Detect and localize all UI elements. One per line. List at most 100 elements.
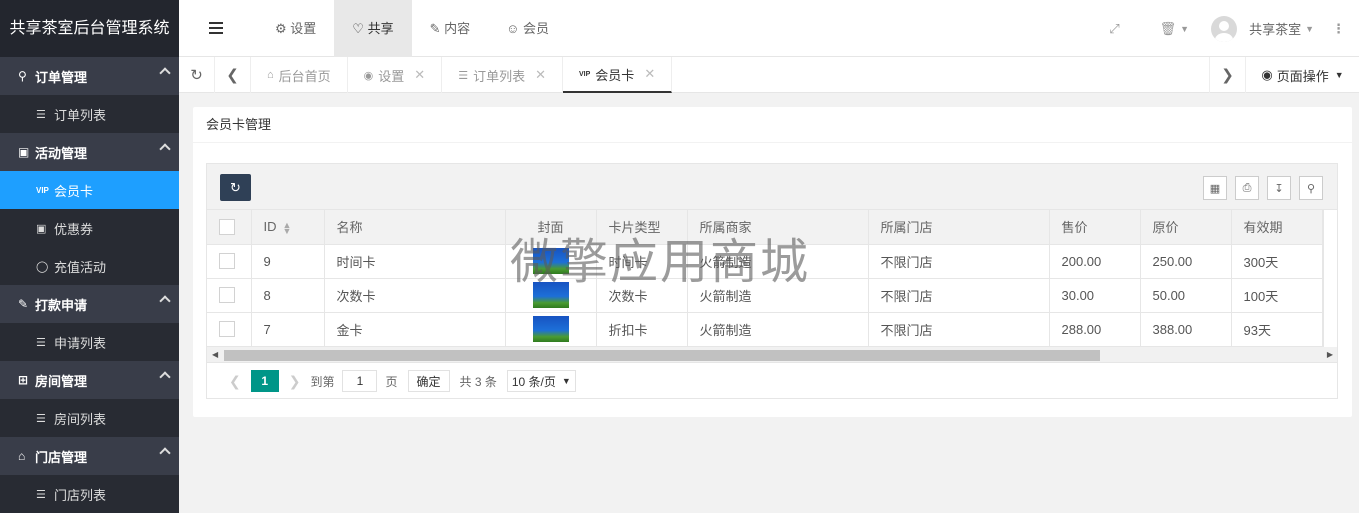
cell-id: 9	[251, 244, 325, 279]
cell-price: 288.00	[1049, 312, 1141, 347]
sidebar-item-application-list[interactable]: ☰ 申请列表	[0, 323, 179, 361]
chevron-down-icon[interactable]: ▼	[1305, 24, 1314, 34]
table-row[interactable]: 8 次数卡 次数卡 火箭制造 不限门店 30.00 50.00 100天	[207, 278, 1324, 313]
sort-icon[interactable]: ▲ ▼	[283, 220, 292, 235]
sidebar-group-label: 门店管理	[35, 449, 88, 465]
select-all-checkbox[interactable]	[219, 219, 235, 236]
sidebar-item-room-list[interactable]: ☰ 房间列表	[0, 399, 179, 437]
sidebar-item-coupons[interactable]: ▣ 优惠券	[0, 209, 179, 247]
cell-name: 次数卡	[324, 278, 506, 313]
row-checkbox[interactable]	[219, 321, 235, 338]
close-icon[interactable]: ✕	[644, 66, 655, 82]
page-ops-dropdown[interactable]: ◉ 页面操作 ▼	[1245, 57, 1359, 93]
export-icon[interactable]: ↧	[1267, 176, 1291, 200]
target-icon: ◉	[1261, 67, 1273, 82]
chevron-up-icon	[159, 67, 171, 79]
table-row[interactable]: 9 时间卡 时间卡 火箭制造 不限门店 200.00 250.00 300天	[207, 244, 1324, 279]
sidebar-item-member-card[interactable]: VIP 会员卡	[0, 171, 179, 209]
table-row[interactable]: 7 金卡 折扣卡 火箭制造 不限门店 288.00 388.00 93天	[207, 312, 1324, 347]
topnav-label: 会员	[523, 21, 550, 36]
cell-id: 8	[251, 278, 325, 313]
cell-validity: 93天	[1231, 312, 1323, 347]
chevron-right-icon[interactable]: ❯	[1209, 57, 1245, 93]
columns-icon[interactable]: ▦	[1203, 176, 1227, 200]
tab-member-card[interactable]: VIP 会员卡 ✕	[563, 57, 673, 93]
cell-orig-price: 388.00	[1140, 312, 1232, 347]
print-icon[interactable]: ⎙	[1235, 176, 1259, 200]
close-icon[interactable]: ✕	[535, 67, 546, 83]
chevron-up-icon	[159, 143, 171, 155]
tab-label: 设置	[378, 68, 405, 84]
row-checkbox[interactable]	[219, 287, 235, 304]
sidebar-item-order-list[interactable]: ☰ 订单列表	[0, 95, 179, 133]
chevron-down-icon: ▼	[1334, 70, 1344, 80]
sidebar-group-payouts[interactable]: ✎ 打款申请	[0, 285, 179, 323]
topnav-settings[interactable]: ⚙ 设置	[257, 0, 334, 57]
col-header-type: 卡片类型	[596, 210, 688, 245]
topnav-content[interactable]: ✎ 内容	[412, 0, 489, 57]
cell-price: 200.00	[1049, 244, 1141, 279]
cell-merchant: 火箭制造	[687, 244, 869, 279]
cell-validity: 300天	[1231, 244, 1323, 279]
scroll-left-arrow-icon[interactable]: ◀	[212, 350, 218, 359]
tabs-bar: ↻ ❮ ⌂ 后台首页 ◉ 设置 ✕ ☰ 订单列表 ✕ VIP 会员卡 ✕ ❯ ◉…	[179, 57, 1359, 93]
topnav-member[interactable]: ☺ 会员	[488, 0, 567, 57]
sidebar-item-label: 房间列表	[54, 411, 107, 427]
search-doc-icon: ⚲	[18, 69, 27, 83]
sidebar-item-store-list[interactable]: ☰ 门店列表	[0, 475, 179, 513]
cell-validity: 100天	[1231, 278, 1323, 313]
row-select-cell	[207, 312, 252, 347]
scroll-right-arrow-icon[interactable]: ▶	[1327, 350, 1333, 359]
chevron-down-icon[interactable]: ▼	[1180, 24, 1189, 34]
refresh-icon[interactable]: ↻	[179, 57, 215, 93]
goto-confirm-button[interactable]: 确定	[407, 370, 450, 392]
tab-home[interactable]: ⌂ 后台首页	[251, 57, 348, 93]
sidebar-group-rooms[interactable]: ⊞ 房间管理	[0, 361, 179, 399]
trash-icon[interactable]: 🗑	[1160, 21, 1177, 37]
goto-page-input[interactable]: 1	[342, 370, 378, 392]
row-checkbox[interactable]	[219, 253, 235, 270]
col-header-id[interactable]: ID ▲ ▼	[251, 210, 325, 245]
refresh-button[interactable]: ↻	[220, 174, 251, 201]
list-icon: ☰	[36, 336, 46, 349]
cell-merchant: 火箭制造	[687, 312, 869, 347]
more-icon[interactable]: ⋮	[1332, 21, 1345, 37]
sidebar-group-stores[interactable]: ⌂ 门店管理	[0, 437, 179, 475]
tab-settings[interactable]: ◉ 设置 ✕	[348, 57, 443, 93]
avatar[interactable]	[1211, 15, 1238, 42]
sidebar-group-activities[interactable]: ▣ 活动管理	[0, 133, 179, 171]
sidebar: 共享茶室后台管理系统 ⚲ 订单管理 ☰ 订单列表 ▣ 活动管理 VIP 会员卡 …	[0, 0, 179, 513]
search-icon[interactable]: ⚲	[1299, 176, 1323, 200]
scrollbar-thumb[interactable]	[224, 349, 1100, 361]
room-icon: ⊞	[18, 373, 29, 387]
prev-page-icon[interactable]: ❮	[229, 373, 241, 390]
menu-toggle-icon[interactable]	[209, 22, 223, 34]
page-size-select[interactable]: 10 条/页 ▼	[506, 370, 576, 392]
sidebar-item-recharge[interactable]: ◯ 充值活动	[0, 247, 179, 285]
sidebar-group-orders[interactable]: ⚲ 订单管理	[0, 57, 179, 95]
cell-type: 次数卡	[596, 278, 688, 313]
sidebar-item-label: 优惠券	[54, 221, 94, 237]
row-select-cell	[207, 278, 252, 313]
fullscreen-icon[interactable]: ⤢	[1109, 21, 1119, 37]
cell-extra	[1322, 278, 1324, 313]
next-page-icon[interactable]: ❯	[289, 373, 301, 390]
close-icon[interactable]: ✕	[414, 67, 425, 83]
cell-store: 不限门店	[868, 278, 1050, 313]
vip-icon: VIP	[36, 185, 49, 195]
horizontal-scrollbar[interactable]: ◀ ▶	[207, 346, 1337, 363]
page-ops-label: 页面操作	[1276, 68, 1329, 84]
current-page[interactable]: 1	[250, 370, 279, 392]
top-header: ⚙ 设置 ♡ 共享 ✎ 内容 ☺ 会员 ⤢ 🗑 ▼ 共享茶室 ▼ ⋮	[179, 0, 1359, 57]
cover-image	[532, 248, 569, 274]
topnav-share[interactable]: ♡ 共享	[334, 0, 412, 57]
cell-extra	[1322, 244, 1324, 279]
sidebar-item-label: 订单列表	[54, 107, 107, 123]
tab-order-list[interactable]: ☰ 订单列表 ✕	[442, 57, 563, 93]
card-title: 会员卡管理	[193, 107, 1352, 143]
user-name[interactable]: 共享茶室	[1249, 19, 1301, 38]
sidebar-item-label: 门店列表	[54, 487, 107, 503]
chevron-left-icon[interactable]: ❮	[215, 57, 251, 93]
pagination: ❮ 1 ❯ 到第 1 页 确定 共 3 条 10 条/页 ▼	[207, 363, 1337, 400]
edit-icon: ✎	[18, 297, 29, 311]
